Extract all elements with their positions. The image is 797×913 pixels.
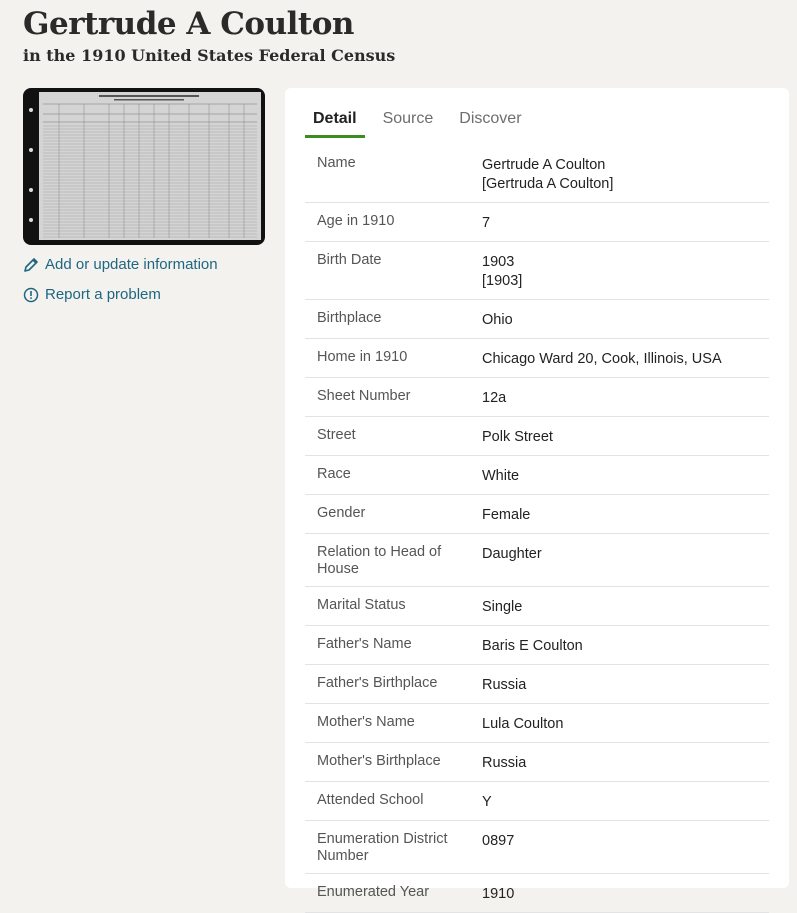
tab-bar: Detail Source Discover: [305, 110, 540, 138]
table-row: Name Gertrude A Coulton [Gertruda A Coulto…: [305, 145, 769, 203]
detail-label: Street: [317, 427, 356, 443]
table-row: Enumeration District Number 0897: [305, 821, 769, 874]
detail-label: Enumerated Year: [317, 884, 430, 900]
census-record-thumbnail[interactable]: [23, 88, 265, 245]
census-page-image: [39, 92, 261, 240]
detail-label: Attended School: [317, 792, 424, 808]
table-row: Race White: [305, 456, 769, 495]
detail-value: Russia: [482, 753, 769, 773]
detail-value: Female: [482, 505, 769, 525]
table-row: Marital Status Single: [305, 587, 769, 626]
detail-label: Age in 1910: [317, 213, 395, 229]
detail-value-line: 7: [482, 215, 491, 231]
detail-table: Name Gertrude A Coulton [Gertruda A Coulto…: [305, 145, 769, 913]
detail-label: Name: [317, 155, 356, 171]
report-problem-label: Report a problem: [45, 286, 161, 303]
detail-value: Y: [482, 792, 769, 812]
detail-value-line: Baris E Coulton: [482, 638, 583, 654]
detail-value-line: 0897: [482, 833, 515, 849]
detail-value: White: [482, 466, 769, 486]
table-row: Enumerated Year 1910: [305, 874, 769, 913]
detail-value: Ohio: [482, 310, 769, 330]
detail-value: Baris E Coulton: [482, 636, 769, 656]
detail-value: 1903 [1903]: [482, 252, 769, 291]
detail-value: Daughter: [482, 544, 769, 578]
table-row: Age in 1910 7: [305, 203, 769, 242]
detail-label: Gender: [317, 505, 366, 521]
detail-value: Russia: [482, 675, 769, 695]
page-title: Gertrude A Coulton: [23, 6, 354, 42]
detail-value-line: Chicago Ward 20, Cook, Illinois, USA: [482, 351, 722, 367]
table-row: Gender Female: [305, 495, 769, 534]
detail-value: Polk Street: [482, 427, 769, 447]
table-row: Father's Name Baris E Coulton: [305, 626, 769, 665]
detail-value: 7: [482, 213, 769, 233]
table-row: Attended School Y: [305, 782, 769, 821]
detail-label: Father's Name: [317, 636, 412, 652]
record-detail-panel: Detail Source Discover Name Gertrude A Co…: [285, 88, 789, 913]
detail-value-line: [Gertruda A Coulton]: [482, 176, 614, 192]
detail-value: Single: [482, 597, 769, 617]
pencil-icon: [23, 257, 39, 273]
detail-value: Chicago Ward 20, Cook, Illinois, USA: [482, 349, 769, 369]
detail-value-line: Polk Street: [482, 429, 553, 445]
detail-value-line: Daughter: [482, 546, 542, 562]
detail-value-line: [1903]: [482, 273, 523, 289]
tab-discover[interactable]: Discover: [451, 110, 529, 138]
detail-value-line: Russia: [482, 755, 527, 771]
alert-circle-icon: [23, 287, 39, 303]
table-row: Sheet Number 12a: [305, 378, 769, 417]
detail-label: Home in 1910: [317, 349, 408, 365]
detail-label: Sheet Number: [317, 388, 411, 404]
table-row: Birth Date 1903 [1903]: [305, 242, 769, 300]
detail-value: 12a: [482, 388, 769, 408]
detail-value-line: White: [482, 468, 520, 484]
table-row: Street Polk Street: [305, 417, 769, 456]
detail-label: Mother's Birthplace: [317, 753, 441, 769]
table-row: Birthplace Ohio: [305, 300, 769, 339]
table-row: Mother's Name Lula Coulton: [305, 704, 769, 743]
table-row: Home in 1910 Chicago Ward 20, Cook, Illin…: [305, 339, 769, 378]
add-update-info-label: Add or update information: [45, 256, 218, 273]
table-row: Relation to Head of House Daughter: [305, 534, 769, 587]
table-row: Father's Birthplace Russia: [305, 665, 769, 704]
detail-value: Gertrude A Coulton [Gertruda A Coulton]: [482, 155, 769, 194]
table-row: Mother's Birthplace Russia: [305, 743, 769, 782]
report-problem-link[interactable]: Report a problem: [23, 286, 161, 303]
detail-value: 1910: [482, 884, 769, 904]
add-update-info-link[interactable]: Add or update information: [23, 256, 218, 273]
detail-label: Enumeration District Number: [317, 831, 448, 864]
page-subtitle: in the 1910 United States Federal Census: [23, 46, 396, 65]
detail-label: Relation to Head of House: [317, 544, 442, 577]
detail-label: Father's Birthplace: [317, 675, 438, 691]
detail-label: Race: [317, 466, 351, 482]
detail-value-line: 1910: [482, 886, 515, 902]
detail-value-line: Russia: [482, 677, 527, 693]
detail-value: Lula Coulton: [482, 714, 769, 734]
detail-value-line: Gertrude A Coulton: [482, 157, 606, 173]
detail-label: Marital Status: [317, 597, 406, 613]
detail-value: 0897: [482, 831, 769, 865]
tab-source[interactable]: Source: [375, 110, 442, 138]
tab-detail[interactable]: Detail: [305, 110, 365, 138]
detail-value-line: Female: [482, 507, 531, 523]
detail-value-line: Ohio: [482, 312, 513, 328]
census-page-lines-graphic: [39, 92, 261, 240]
detail-value-line: 1903: [482, 254, 515, 270]
detail-value-line: Y: [482, 794, 492, 810]
detail-value-line: 12a: [482, 390, 507, 406]
detail-label: Mother's Name: [317, 714, 415, 730]
detail-label: Birth Date: [317, 252, 382, 268]
detail-label: Birthplace: [317, 310, 382, 326]
detail-value-line: Lula Coulton: [482, 716, 564, 732]
detail-value-line: Single: [482, 599, 523, 615]
